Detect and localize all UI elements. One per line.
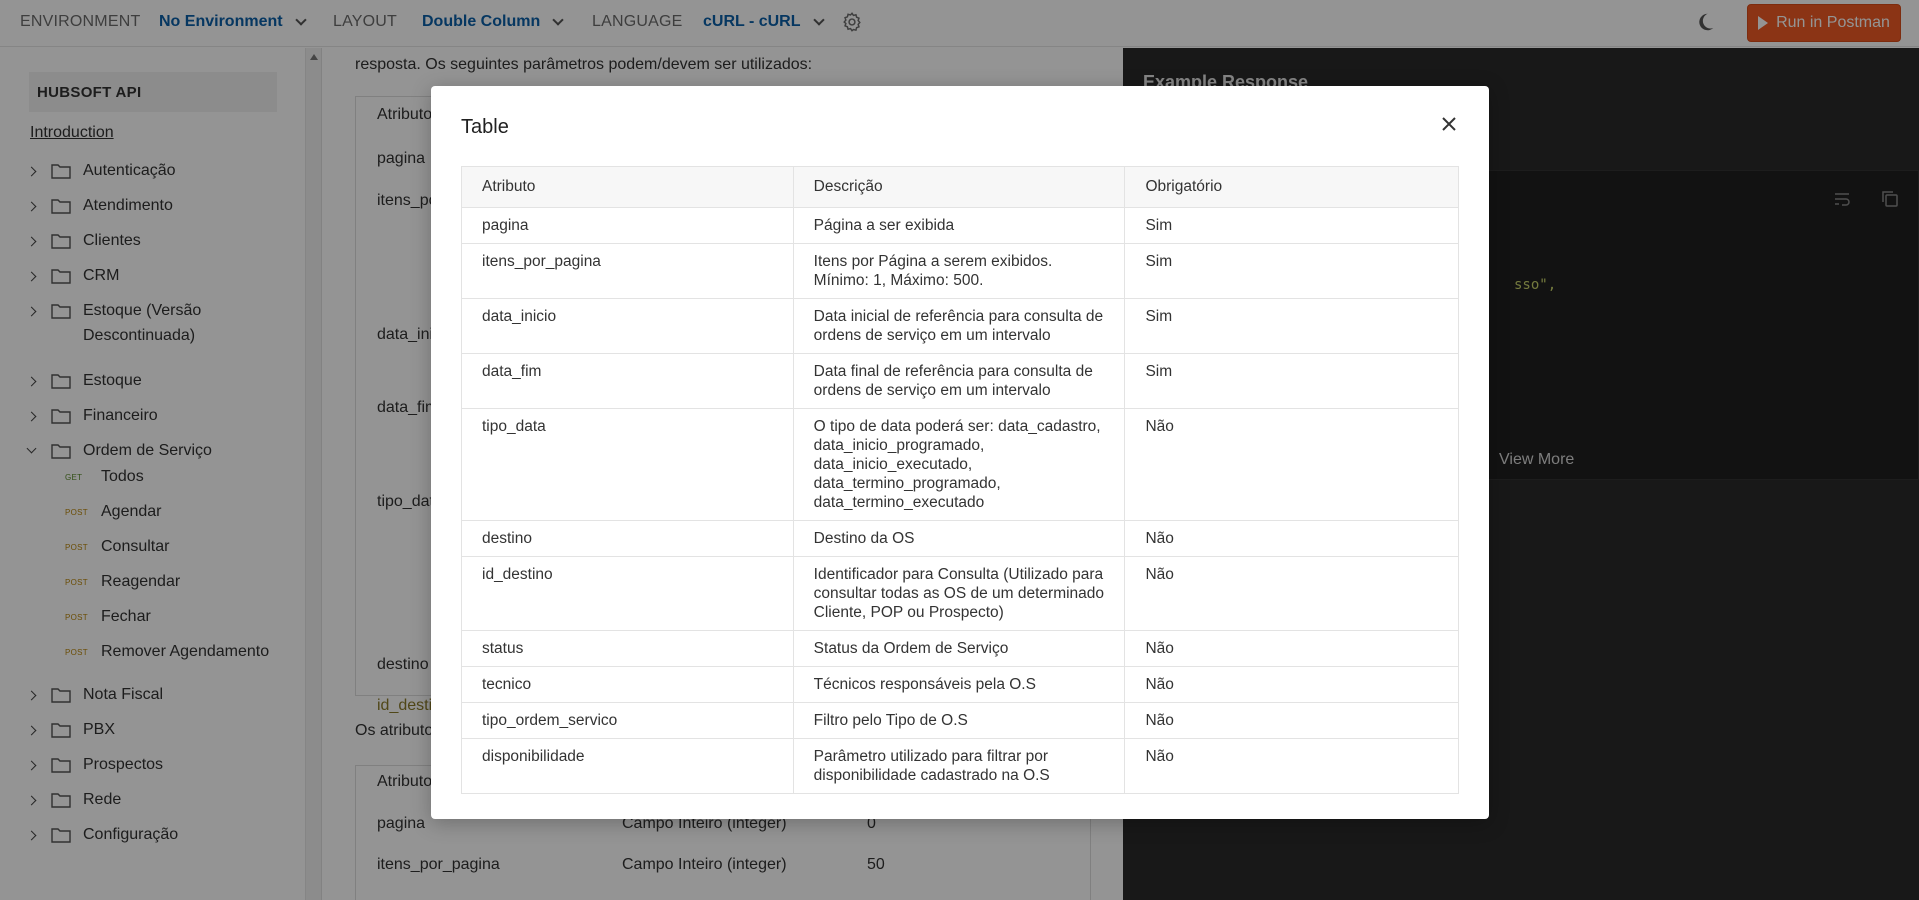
table-row: itens_por_pagina Itens por Página a serem… [461, 243, 1459, 299]
cell-atributo: tipo_data [461, 408, 794, 521]
cell-obrigatorio: Não [1124, 738, 1459, 794]
cell-obrigatorio: Sim [1124, 243, 1459, 299]
cell-obrigatorio: Não [1124, 630, 1459, 667]
cell-atributo: tipo_ordem_servico [461, 702, 794, 739]
header-atributo: Atributo [461, 166, 794, 208]
cell-obrigatorio: Não [1124, 702, 1459, 739]
header-descricao: Descrição [792, 166, 1126, 208]
cell-obrigatorio: Não [1124, 520, 1459, 557]
cell-descricao: Identificador para Consulta (Utilizado p… [792, 556, 1126, 631]
table-modal: Table Atributo Descrição Obrigatório pag… [431, 86, 1489, 819]
cell-atributo: status [461, 630, 794, 667]
table-row: status Status da Ordem de Serviço Não [461, 630, 1459, 667]
cell-atributo: pagina [461, 207, 794, 244]
table-row: data_inicio Data inicial de referência pa… [461, 298, 1459, 354]
cell-obrigatorio: Não [1124, 556, 1459, 631]
cell-descricao: Técnicos responsáveis pela O.S [792, 666, 1126, 703]
table-row: tecnico Técnicos responsáveis pela O.S Não [461, 666, 1459, 703]
modal-title: Table [461, 116, 509, 138]
table-row: pagina Página a ser exibida Sim [461, 207, 1459, 244]
cell-atributo: id_destino [461, 556, 794, 631]
cell-atributo: tecnico [461, 666, 794, 703]
cell-atributo: disponibilidade [461, 738, 794, 794]
cell-descricao: Filtro pelo Tipo de O.S [792, 702, 1126, 739]
cell-obrigatorio: Sim [1124, 353, 1459, 409]
cell-atributo: data_fim [461, 353, 794, 409]
header-obrigatorio: Obrigatório [1124, 166, 1459, 208]
cell-descricao: Status da Ordem de Serviço [792, 630, 1126, 667]
cell-descricao: Itens por Página a serem exibidos. Mínim… [792, 243, 1126, 299]
cell-descricao: Data final de referência para consulta d… [792, 353, 1126, 409]
cell-obrigatorio: Sim [1124, 207, 1459, 244]
table-row: tipo_data O tipo de data poderá ser: data… [461, 408, 1459, 521]
close-icon[interactable] [1441, 116, 1457, 132]
modal-parameters-table: Atributo Descrição Obrigatório pagina Pág… [461, 166, 1459, 794]
cell-descricao: O tipo de data poderá ser: data_cadastro… [792, 408, 1126, 521]
cell-descricao: Data inicial de referência para consulta… [792, 298, 1126, 354]
cell-obrigatorio: Não [1124, 666, 1459, 703]
table-header-row: Atributo Descrição Obrigatório [461, 166, 1459, 208]
cell-obrigatorio: Sim [1124, 298, 1459, 354]
cell-obrigatorio: Não [1124, 408, 1459, 521]
table-row: id_destino Identificador para Consulta (U… [461, 556, 1459, 631]
table-row: destino Destino da OS Não [461, 520, 1459, 557]
table-row: disponibilidade Parâmetro utilizado para … [461, 738, 1459, 794]
cell-descricao: Parâmetro utilizado para filtrar por dis… [792, 738, 1126, 794]
cell-atributo: data_inicio [461, 298, 794, 354]
cell-descricao: Página a ser exibida [792, 207, 1126, 244]
table-row: data_fim Data final de referência para co… [461, 353, 1459, 409]
cell-atributo: destino [461, 520, 794, 557]
table-row: tipo_ordem_servico Filtro pelo Tipo de O.… [461, 702, 1459, 739]
cell-descricao: Destino da OS [792, 520, 1126, 557]
cell-atributo: itens_por_pagina [461, 243, 794, 299]
